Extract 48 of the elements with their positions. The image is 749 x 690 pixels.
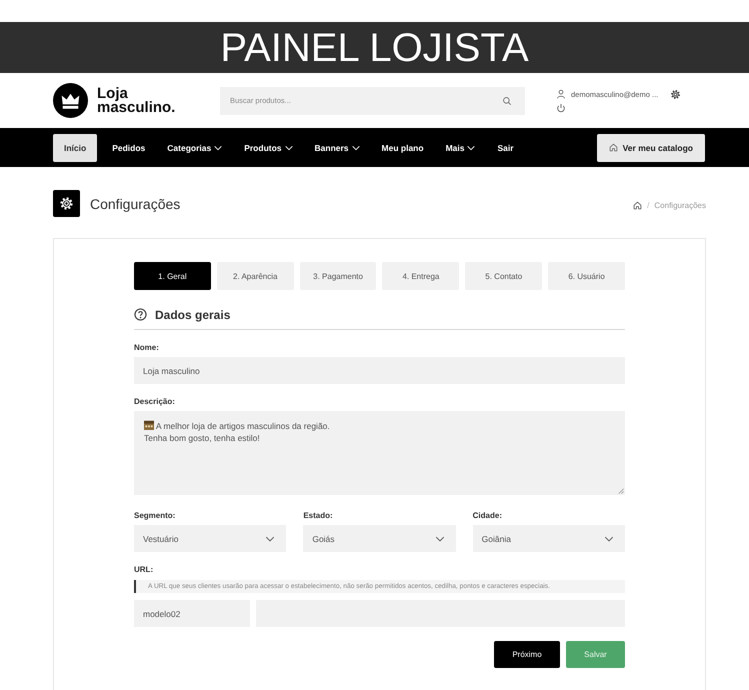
section-title: Dados gerais — [155, 308, 230, 322]
field-label: URL: — [134, 565, 154, 574]
chevron-down-icon — [265, 536, 276, 542]
nav-item[interactable]: Sair — [497, 134, 514, 162]
select-field[interactable]: Goiânia — [472, 525, 625, 552]
resize-grip-icon[interactable] — [618, 488, 624, 494]
tab[interactable]: 3. Pagamento — [300, 262, 376, 290]
tab[interactable]: 1. Geral — [134, 262, 211, 290]
field-label: Nome: — [134, 343, 160, 352]
chevron-down-icon — [604, 536, 614, 542]
user-icon — [556, 89, 566, 99]
home-icon — [608, 143, 618, 152]
catalog-button[interactable]: Ver meu catalogo — [596, 134, 705, 162]
tab[interactable]: 4. Entrega — [382, 262, 460, 290]
nav-item[interactable]: Produtos — [244, 134, 293, 162]
tab[interactable]: 5. Contato — [465, 262, 542, 290]
breadcrumb-separator: / — [647, 201, 650, 210]
nav-item[interactable]: Início — [53, 134, 98, 162]
home-icon[interactable] — [633, 201, 642, 210]
description-field[interactable]: A melhor loja de artigos masculinos da região. Tenha bom gosto, tenha estilo! — [134, 411, 625, 495]
chevron-down-icon — [434, 536, 445, 542]
nav-item[interactable]: Mais — [446, 134, 476, 162]
breadcrumb-current: Configurações — [654, 201, 706, 210]
url-slug-field[interactable]: modelo02 — [134, 600, 250, 627]
logo-text[interactable]: Loja masculino. — [97, 86, 183, 114]
name-field[interactable]: Loja masculino — [134, 357, 625, 384]
select-field[interactable]: Goiás — [303, 525, 456, 552]
field-label: Estado: — [303, 511, 334, 520]
help-icon[interactable] — [134, 308, 147, 321]
page-title: Configurações — [90, 196, 180, 212]
nav-item[interactable]: Banners — [314, 134, 360, 162]
settings-icon — [53, 190, 80, 217]
field-label: Cidade: — [472, 511, 503, 520]
nav-item[interactable]: Categorias — [167, 134, 222, 162]
nav-item[interactable]: Meu plano — [382, 134, 424, 162]
select-field[interactable]: Vestuário — [134, 525, 286, 552]
power-icon[interactable] — [556, 102, 566, 112]
field-label: Descrição: — [134, 397, 176, 406]
tab[interactable]: 6. Usuário — [548, 262, 625, 290]
settings-icon[interactable] — [670, 88, 682, 100]
search-icon[interactable] — [502, 96, 512, 106]
building-icon — [144, 420, 154, 430]
banner-title: PAINEL LOJISTA — [220, 26, 529, 70]
next-button[interactable]: Próximo — [494, 641, 560, 668]
crown-logo-icon[interactable] — [53, 83, 88, 118]
field-label: Segmento: — [134, 511, 176, 520]
tab[interactable]: 2. Aparência — [216, 262, 294, 290]
nav-item[interactable]: Pedidos — [112, 134, 146, 162]
